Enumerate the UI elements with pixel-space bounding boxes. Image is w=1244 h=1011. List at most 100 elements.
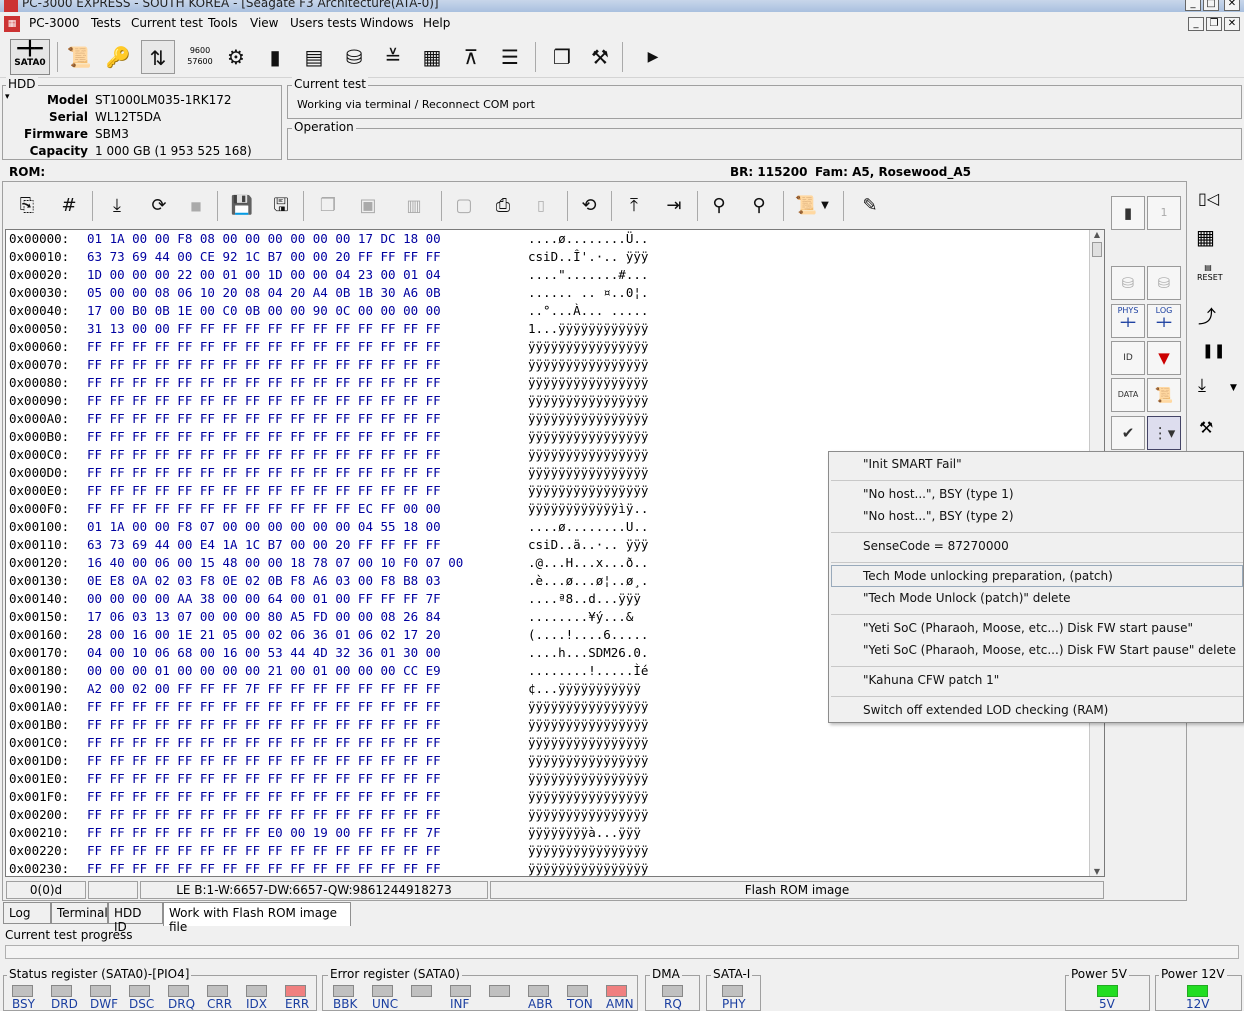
minimize-icon[interactable]: _	[1185, 0, 1201, 11]
mdi-close-icon[interactable]: ✕	[1224, 17, 1240, 31]
tab-hdd-id[interactable]: HDD ID	[108, 902, 163, 934]
compare-disabled-icon[interactable]: ▥	[397, 189, 431, 223]
memory-icon[interactable]: ▤	[297, 40, 331, 74]
menu-item-no-host-bsy-1[interactable]: "No host...", BSY (type 1)	[863, 487, 1014, 501]
play-icon[interactable]: ▶	[636, 40, 670, 74]
mdi-minimize-icon[interactable]: _	[1188, 17, 1204, 31]
heads-dropdown-icon[interactable]: ▼	[1230, 383, 1237, 393]
hex-row[interactable]: 0x00230: FF FF FF FF FF FF FF FF FF FF FF…	[6, 860, 1104, 876]
hex-row[interactable]: 0x001E0: FF FF FF FF FF FF FF FF FF FF FF…	[6, 770, 1104, 788]
maximize-icon[interactable]: □	[1203, 0, 1219, 11]
upload-icon[interactable]: ⤒	[617, 189, 651, 223]
scroll-thumb[interactable]	[1092, 242, 1102, 257]
menu-tests[interactable]: Tests	[91, 16, 121, 30]
tab-log[interactable]: Log	[3, 902, 51, 924]
chip-icon[interactable]: ▮	[258, 40, 292, 74]
disk-read-icon[interactable]: ⛁	[1111, 266, 1145, 300]
export-icon[interactable]: ⇥	[657, 189, 691, 223]
menu-help[interactable]: Help	[423, 16, 450, 30]
hex-row[interactable]: 0x00020: 1D 00 00 00 22 00 01 00 1D 00 00…	[6, 266, 1104, 284]
counter-disabled-icon[interactable]: ▯	[524, 189, 558, 223]
menu-pc3000[interactable]: PC-3000	[29, 16, 79, 30]
network-icon[interactable]: ⊼	[454, 40, 488, 74]
menu-windows[interactable]: Windows	[360, 16, 414, 30]
heads-icon[interactable]: ≚	[376, 40, 410, 74]
hex-row[interactable]: 0x001D0: FF FF FF FF FF FF FF FF FF FF FF…	[6, 752, 1104, 770]
hex-row[interactable]: 0x000A0: FF FF FF FF FF FF FF FF FF FF FF…	[6, 410, 1104, 428]
menu-item-yeti-delete[interactable]: "Yeti SoC (Pharaoh, Moose, etc...) Disk …	[863, 643, 1236, 657]
copy-icon[interactable]: ❐	[545, 40, 579, 74]
mdi-restore-icon[interactable]: ❐	[1206, 17, 1222, 31]
log-button[interactable]: LOG ━╋━	[1147, 304, 1181, 338]
gear-icon[interactable]: ⚙	[219, 40, 253, 74]
menu-current-test[interactable]: Current test	[131, 16, 203, 30]
app-menu-icon[interactable]: ▦	[4, 16, 20, 32]
hex-row[interactable]: 0x00210: FF FF FF FF FF FF FF FF E0 00 19…	[6, 824, 1104, 842]
hex-row[interactable]: 0x00040: 17 00 B0 0B 1E 00 C0 0B 00 00 90…	[6, 302, 1104, 320]
menu-item-sensecode[interactable]: SenseCode = 87270000	[863, 539, 1009, 553]
flag-icon[interactable]: ▼	[1147, 341, 1181, 375]
scroll-down-icon[interactable]: ▼	[1090, 867, 1104, 876]
checksum-icon[interactable]: ⎙	[486, 189, 520, 223]
switch-icon[interactable]: ⇅	[141, 40, 175, 74]
menu-view[interactable]: View	[250, 16, 278, 30]
disk-icon[interactable]: ⛁	[337, 40, 371, 74]
hex-row[interactable]: 0x00080: FF FF FF FF FF FF FF FF FF FF FF…	[6, 374, 1104, 392]
download-icon[interactable]: ⤓	[100, 189, 134, 223]
paste-disabled-icon[interactable]: ▣	[351, 189, 385, 223]
data-button[interactable]: DATA	[1111, 378, 1145, 412]
stop-icon[interactable]: ■	[179, 189, 213, 223]
save-as-icon[interactable]: 🖫	[264, 189, 298, 223]
menu-item-init-smart-fail[interactable]: "Init SMART Fail"	[863, 457, 962, 471]
menu-tools[interactable]: Tools	[208, 16, 238, 30]
menu-item-kahuna-patch[interactable]: "Kahuna CFW patch 1"	[863, 673, 999, 687]
find-next-icon[interactable]: ⚲	[742, 189, 776, 223]
new-disabled-icon[interactable]: ▢	[447, 189, 481, 223]
refresh-icon[interactable]: ⟳	[142, 189, 176, 223]
menu-item-tech-mode-delete[interactable]: "Tech Mode Unlock (patch)" delete	[863, 591, 1071, 605]
hex-row[interactable]: 0x00090: FF FF FF FF FF FF FF FF FF FF FF…	[6, 392, 1104, 410]
chevron-down-icon[interactable]: ▼	[818, 189, 832, 223]
disk-write-icon[interactable]: ⛁	[1147, 266, 1181, 300]
close-icon[interactable]: ✕	[1224, 0, 1240, 11]
hex-row[interactable]: 0x00030: 05 00 00 08 06 10 20 08 04 20 A4…	[6, 284, 1104, 302]
tools-icon[interactable]: ⚒	[1199, 418, 1213, 437]
script-info-icon[interactable]: 📜	[1147, 378, 1181, 412]
hex-row[interactable]: 0x00000: 01 1A 00 00 F8 08 00 00 00 00 00…	[6, 230, 1104, 248]
heads-select-icon[interactable]: ⤓	[1198, 375, 1206, 396]
id-button[interactable]: ID	[1111, 341, 1145, 375]
open-file-icon[interactable]: ⎘	[10, 189, 44, 223]
grid-icon[interactable]: ▦	[415, 40, 449, 74]
tool-icon[interactable]: ⚒	[583, 40, 617, 74]
tab-terminal[interactable]: Terminal	[51, 902, 108, 924]
hex-row[interactable]: 0x00200: FF FF FF FF FF FF FF FF FF FF FF…	[6, 806, 1104, 824]
list-icon[interactable]: ☰	[493, 40, 527, 74]
menu-dropdown-button[interactable]: ⋮▾	[1147, 416, 1181, 450]
menu-item-switch-off-lod[interactable]: Switch off extended LOD checking (RAM)	[863, 703, 1108, 717]
key-icon[interactable]: 🔑	[101, 40, 135, 74]
hex-row[interactable]: 0x000B0: FF FF FF FF FF FF FF FF FF FF FF…	[6, 428, 1104, 446]
tab-flash-rom[interactable]: Work with Flash ROM image file	[163, 902, 351, 934]
counter-box[interactable]: 1	[1147, 196, 1181, 230]
pause-icon[interactable]: ❚❚	[1202, 343, 1225, 359]
pin-icon[interactable]: ⤴	[1198, 303, 1216, 329]
hex-row[interactable]: 0x00010: 63 73 69 44 00 CE 92 1C B7 00 00…	[6, 248, 1104, 266]
copy-disabled-icon[interactable]: ❐	[311, 189, 345, 223]
reload-icon[interactable]: ⟲	[572, 189, 606, 223]
menu-item-tech-mode-prep[interactable]: Tech Mode unlocking preparation, (patch)	[863, 569, 1113, 583]
settings-icon[interactable]: #	[52, 189, 86, 223]
sound-icon[interactable]: ▯◁	[1198, 189, 1219, 208]
hex-row[interactable]: 0x00220: FF FF FF FF FF FF FF FF FF FF FF…	[6, 842, 1104, 860]
hex-row[interactable]: 0x001F0: FF FF FF FF FF FF FF FF FF FF FF…	[6, 788, 1104, 806]
phys-button[interactable]: PHYS ━╋━	[1111, 304, 1145, 338]
find-icon[interactable]: ⚲	[702, 189, 736, 223]
save-icon[interactable]: 💾	[225, 189, 259, 223]
hex-row[interactable]: 0x00060: FF FF FF FF FF FF FF FF FF FF FF…	[6, 338, 1104, 356]
menu-users-tests[interactable]: Users tests	[290, 16, 357, 30]
menu-item-yeti-start-pause[interactable]: "Yeti SoC (Pharaoh, Moose, etc...) Disk …	[863, 621, 1193, 635]
scroll-icon[interactable]: 📜	[62, 40, 96, 74]
edit-icon[interactable]: ✎	[853, 189, 887, 223]
scroll-up-icon[interactable]: ▲	[1090, 230, 1104, 239]
hex-row[interactable]: 0x00050: 31 13 00 00 FF FF FF FF FF FF FF…	[6, 320, 1104, 338]
menu-item-no-host-bsy-2[interactable]: "No host...", BSY (type 2)	[863, 509, 1014, 523]
